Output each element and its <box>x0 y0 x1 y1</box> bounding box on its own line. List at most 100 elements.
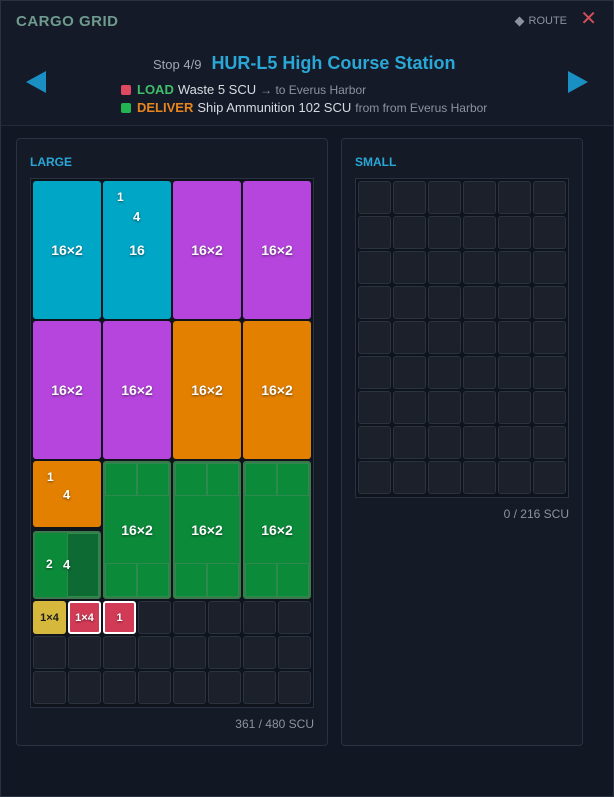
empty-slot[interactable] <box>358 391 391 424</box>
empty-slot[interactable] <box>498 216 531 249</box>
cargo-block[interactable]: 16×2 <box>103 321 171 459</box>
empty-slot[interactable] <box>68 671 101 704</box>
empty-slot[interactable] <box>533 356 566 389</box>
empty-slot[interactable] <box>33 671 66 704</box>
cargo-block[interactable]: 16×2 <box>243 321 311 459</box>
empty-slot[interactable] <box>243 636 276 669</box>
empty-slot[interactable] <box>463 216 496 249</box>
empty-slot[interactable] <box>498 286 531 319</box>
block-sub-label: 4 <box>63 557 71 572</box>
empty-slot[interactable] <box>358 286 391 319</box>
cargo-block[interactable]: 16×2 <box>243 181 311 319</box>
empty-slot[interactable] <box>358 251 391 284</box>
empty-slot[interactable] <box>533 321 566 354</box>
small-cargo-grid[interactable] <box>355 178 569 498</box>
empty-slot[interactable] <box>138 671 171 704</box>
empty-slot[interactable] <box>533 426 566 459</box>
block-cell <box>137 563 169 597</box>
close-icon[interactable]: ✕ <box>580 9 597 29</box>
empty-slot[interactable] <box>243 601 276 634</box>
empty-slot[interactable] <box>533 181 566 214</box>
next-stop-arrow-icon[interactable] <box>568 71 588 93</box>
empty-slot[interactable] <box>358 461 391 494</box>
empty-slot[interactable] <box>103 636 136 669</box>
empty-slot[interactable] <box>428 426 461 459</box>
empty-slot[interactable] <box>533 391 566 424</box>
empty-slot[interactable] <box>393 321 426 354</box>
empty-slot[interactable] <box>103 671 136 704</box>
empty-slot[interactable] <box>428 321 461 354</box>
route-button[interactable]: ROUTE <box>514 15 567 27</box>
empty-slot[interactable] <box>533 461 566 494</box>
empty-slot[interactable] <box>173 636 206 669</box>
empty-slot[interactable] <box>358 356 391 389</box>
empty-slot[interactable] <box>358 181 391 214</box>
empty-slot[interactable] <box>428 251 461 284</box>
empty-slot[interactable] <box>533 251 566 284</box>
empty-slot[interactable] <box>278 601 311 634</box>
cargo-block-selected[interactable]: 1 <box>103 601 136 634</box>
cargo-block[interactable]: 1 4 <box>33 461 101 527</box>
empty-slot[interactable] <box>533 216 566 249</box>
block-label: 16×2 <box>191 522 223 538</box>
empty-slot[interactable] <box>278 636 311 669</box>
empty-slot[interactable] <box>498 321 531 354</box>
empty-slot[interactable] <box>393 356 426 389</box>
empty-slot[interactable] <box>358 216 391 249</box>
empty-slot[interactable] <box>278 671 311 704</box>
cargo-block[interactable]: 16×2 <box>33 321 101 459</box>
empty-slot[interactable] <box>393 181 426 214</box>
empty-slot[interactable] <box>498 251 531 284</box>
empty-slot[interactable] <box>463 391 496 424</box>
prev-stop-arrow-icon[interactable] <box>26 71 46 93</box>
empty-slot[interactable] <box>463 461 496 494</box>
empty-slot[interactable] <box>498 181 531 214</box>
large-cargo-grid[interactable]: 16×2 1 4 16 16×2 16×2 16×2 16×2 16×2 16×… <box>30 178 314 708</box>
empty-slot[interactable] <box>428 216 461 249</box>
empty-slot[interactable] <box>498 391 531 424</box>
empty-slot[interactable] <box>463 286 496 319</box>
empty-slot[interactable] <box>138 636 171 669</box>
empty-slot[interactable] <box>428 461 461 494</box>
cargo-block[interactable]: 16×2 <box>173 461 241 599</box>
cargo-block[interactable]: 16×2 <box>173 181 241 319</box>
cargo-block[interactable]: 2 4 <box>33 531 101 599</box>
empty-slot[interactable] <box>428 181 461 214</box>
empty-slot[interactable] <box>173 671 206 704</box>
empty-slot[interactable] <box>208 671 241 704</box>
empty-slot[interactable] <box>428 391 461 424</box>
empty-slot[interactable] <box>463 321 496 354</box>
cargo-block[interactable]: 16×2 <box>243 461 311 599</box>
empty-slot[interactable] <box>498 461 531 494</box>
empty-slot[interactable] <box>463 426 496 459</box>
empty-slot[interactable] <box>428 286 461 319</box>
empty-slot[interactable] <box>393 391 426 424</box>
empty-slot[interactable] <box>463 181 496 214</box>
empty-slot[interactable] <box>68 636 101 669</box>
cargo-block[interactable]: 1 4 16 <box>103 181 171 319</box>
cargo-block[interactable]: 1×4 <box>33 601 66 634</box>
cargo-block[interactable]: 16×2 <box>173 321 241 459</box>
empty-slot[interactable] <box>173 601 206 634</box>
empty-slot[interactable] <box>393 461 426 494</box>
empty-slot[interactable] <box>33 636 66 669</box>
empty-slot[interactable] <box>533 286 566 319</box>
empty-slot[interactable] <box>498 426 531 459</box>
empty-slot[interactable] <box>498 356 531 389</box>
empty-slot[interactable] <box>358 321 391 354</box>
cargo-block-selected[interactable]: 1×4 <box>68 601 101 634</box>
empty-slot[interactable] <box>243 671 276 704</box>
cargo-block[interactable]: 16×2 <box>103 461 171 599</box>
empty-slot[interactable] <box>358 426 391 459</box>
empty-slot[interactable] <box>393 251 426 284</box>
empty-slot[interactable] <box>463 251 496 284</box>
cargo-block[interactable]: 16×2 <box>33 181 101 319</box>
empty-slot[interactable] <box>393 286 426 319</box>
empty-slot[interactable] <box>208 601 241 634</box>
empty-slot[interactable] <box>428 356 461 389</box>
empty-slot[interactable] <box>393 426 426 459</box>
empty-slot[interactable] <box>393 216 426 249</box>
empty-slot[interactable] <box>208 636 241 669</box>
empty-slot[interactable] <box>138 601 171 634</box>
empty-slot[interactable] <box>463 356 496 389</box>
